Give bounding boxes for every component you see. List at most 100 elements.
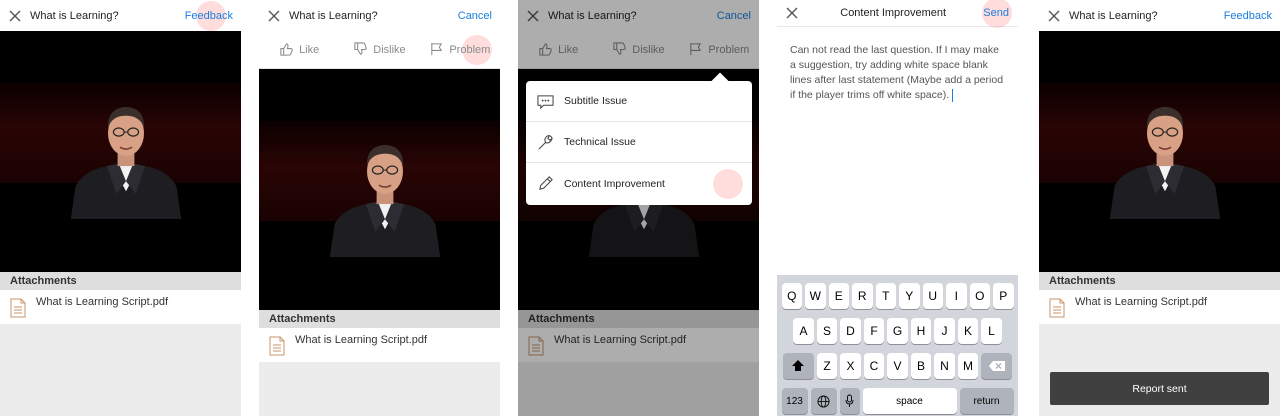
presenter-image [66,93,186,219]
page-title: Content Improvement [840,7,947,19]
top-bar: What is Learning? Cancel [259,0,500,31]
attachment-filename: What is Learning Script.pdf [36,296,169,308]
attachments-header: Attachments [259,310,500,328]
key-u[interactable]: U [922,283,943,309]
page-title: What is Learning? [1069,9,1158,22]
feedback-text-area[interactable]: Can not read the last question. If I may… [777,31,1018,275]
menu-item-label: Content Improvement [564,177,665,190]
attachment-item[interactable]: What is Learning Script.pdf [1039,290,1280,324]
modal-overlay[interactable] [518,0,759,416]
presenter-image [1105,93,1225,219]
globe-key[interactable] [810,388,837,414]
screen-compose-feedback: Content Improvement Send Can not read th… [777,0,1018,416]
microphone-icon [845,394,854,407]
like-label: Like [299,43,320,56]
key-l[interactable]: L [981,318,1002,344]
return-key[interactable]: return [959,388,1014,414]
feedback-message: Can not read the last question. If I may… [790,44,1004,101]
key-p[interactable]: P [993,283,1014,309]
keyboard-row-2: ASDFGHJKL [779,318,1016,344]
cancel-button[interactable]: Cancel [458,10,500,22]
key-r[interactable]: R [852,283,873,309]
key-z[interactable]: Z [816,353,838,379]
screen-report-sent: What is Learning? Feedback Attachments W… [1039,0,1280,416]
menu-item-label: Technical Issue [564,136,636,148]
thumbs-up-icon [280,43,293,56]
page-title: What is Learning? [289,9,378,22]
thumbs-down-icon [354,42,368,55]
presenter-image [325,131,445,257]
key-a[interactable]: A [793,318,814,344]
globe-icon [817,395,830,407]
key-o[interactable]: O [969,283,990,309]
attachment-filename: What is Learning Script.pdf [295,334,428,346]
backspace-icon [988,361,1005,371]
close-icon[interactable] [777,0,807,27]
backspace-key[interactable] [981,353,1013,379]
key-f[interactable]: F [863,318,885,344]
pdf-file-icon [10,298,26,318]
top-bar: What is Learning? Feedback [1039,0,1280,31]
feedback-button[interactable]: Feedback [185,10,241,22]
key-y[interactable]: Y [899,283,920,309]
key-h[interactable]: H [910,318,932,344]
keyboard-row-3: ZXCVBNM [779,353,1016,379]
subtitle-icon [537,94,554,109]
key-t[interactable]: T [875,283,896,309]
empty-area [259,362,500,416]
top-bar: Content Improvement Send [777,0,1018,28]
pencil-icon [539,176,553,190]
key-i[interactable]: I [946,283,967,309]
space-key[interactable]: space [862,388,957,414]
like-button[interactable]: Like [259,42,339,57]
pdf-file-icon [269,336,285,356]
problem-button[interactable]: Problem [420,35,500,65]
menu-item-content-improvement[interactable]: Content Improvement [526,163,752,204]
attachments-header: Attachments [1039,272,1280,290]
key-j[interactable]: J [934,318,955,344]
key-n[interactable]: N [934,353,955,379]
attachment-item[interactable]: What is Learning Script.pdf [0,290,241,324]
feedback-button[interactable]: Feedback [1224,10,1280,22]
wrench-icon [538,134,553,149]
keyboard-row-1: QWERTYUIOP [779,283,1016,309]
flag-icon [431,42,443,56]
key-c[interactable]: C [863,353,885,379]
video-player[interactable] [0,31,241,272]
video-player[interactable] [259,69,500,310]
key-g[interactable]: G [887,318,908,344]
close-icon[interactable] [259,0,289,31]
key-s[interactable]: S [816,318,838,344]
text-cursor [952,88,954,102]
attachment-filename: What is Learning Script.pdf [1075,296,1208,308]
key-e[interactable]: E [828,283,849,309]
menu-item-subtitle-issue[interactable]: Subtitle Issue [526,81,752,122]
key-m[interactable]: M [957,353,979,379]
problem-label: Problem [449,43,491,56]
key-w[interactable]: W [805,283,826,309]
menu-item-technical-issue[interactable]: Technical Issue [526,122,752,163]
reaction-bar: Like Dislike Problem [259,31,500,69]
dislike-button[interactable]: Dislike [339,42,419,57]
send-button[interactable]: Send [983,7,1018,19]
numbers-key[interactable]: 123 [781,388,808,414]
attachment-item[interactable]: What is Learning Script.pdf [259,328,500,362]
key-d[interactable]: D [840,318,861,344]
attachments-header: Attachments [0,272,241,290]
screen-reactions: What is Learning? Cancel Like Dislike Pr… [259,0,500,416]
letter-keys: ZXCVBNM [816,353,979,379]
menu-item-label: Subtitle Issue [564,95,628,107]
key-x[interactable]: X [840,353,861,379]
key-v[interactable]: V [887,353,908,379]
keyboard-row-4: 123 space return [779,388,1016,414]
close-icon[interactable] [1039,0,1069,31]
close-icon[interactable] [0,0,30,31]
video-player[interactable] [1039,31,1280,272]
dictation-key[interactable] [839,388,860,414]
shift-key[interactable] [782,353,814,379]
key-b[interactable]: B [910,353,932,379]
key-k[interactable]: K [957,318,979,344]
key-q[interactable]: Q [781,283,802,309]
page-title: What is Learning? [30,9,119,22]
on-screen-keyboard: QWERTYUIOP ASDFGHJKL ZXCVBNM 123 space r… [777,275,1018,416]
